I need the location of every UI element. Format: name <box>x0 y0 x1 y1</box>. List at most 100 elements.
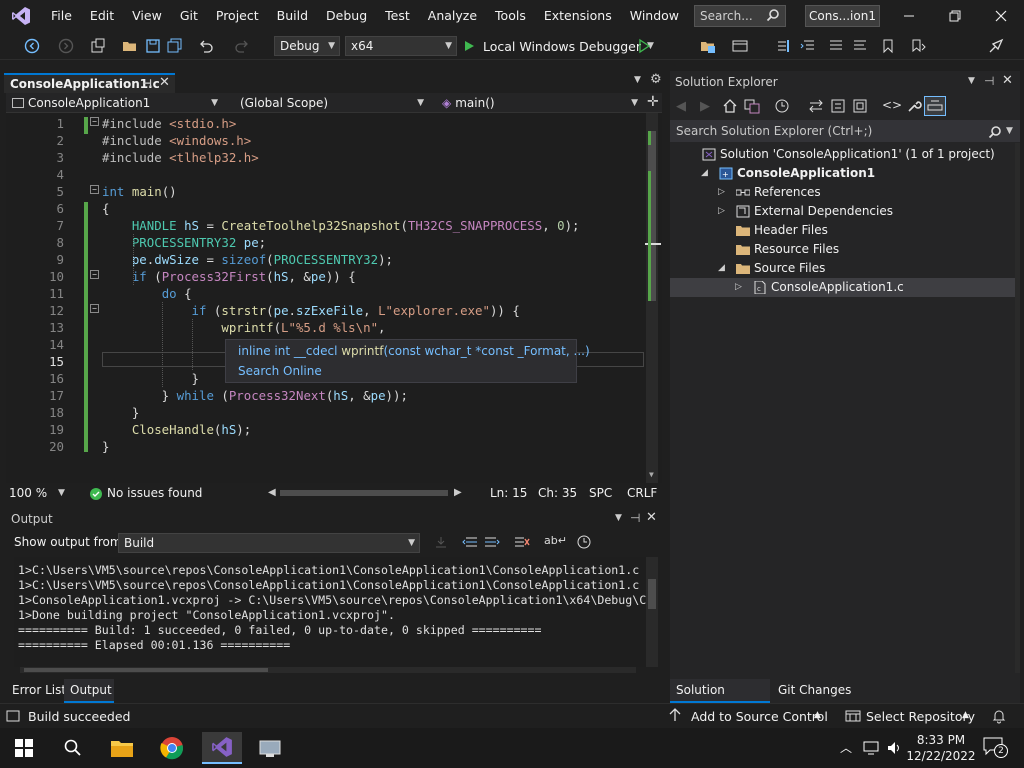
action-center-icon[interactable]: 2 <box>982 736 1008 760</box>
new-project-icon[interactable] <box>90 38 106 54</box>
zoom-level[interactable]: 100 % <box>9 484 47 502</box>
pin-icon[interactable]: ⊣ <box>630 511 640 525</box>
output-source-select[interactable]: Build ▼ <box>118 533 420 553</box>
volume-icon[interactable] <box>886 740 904 759</box>
code-line[interactable]: 13 wprintf(L"%5.d %ls\n", <box>6 319 646 336</box>
pin-icon[interactable]: ⊣ <box>142 77 152 90</box>
line-ending[interactable]: CRLF <box>627 484 657 502</box>
code-line[interactable]: 4 <box>6 166 646 183</box>
code-line[interactable]: 10 if (Process32First(hS, &pe)) { <box>6 268 646 285</box>
menu-build[interactable]: Build <box>268 0 317 32</box>
code-line[interactable]: 6{ <box>6 200 646 217</box>
scroll-left-icon[interactable]: ◀ <box>268 484 276 502</box>
tree-item[interactable]: Header Files <box>670 221 1020 240</box>
menu-view[interactable]: View <box>123 0 171 32</box>
se-scrollbar[interactable] <box>1015 143 1020 673</box>
start-button-icon[interactable] <box>4 732 44 764</box>
tree-item[interactable]: Solution 'ConsoleApplication1' (1 of 1 p… <box>670 145 1020 164</box>
chrome-icon[interactable] <box>152 732 192 764</box>
comment-icon[interactable] <box>828 38 844 54</box>
collapse-icon[interactable]: − <box>90 185 99 194</box>
network-icon[interactable] <box>862 740 880 759</box>
close-panel-icon[interactable]: ✕ <box>646 510 657 525</box>
add-to-source-control-button[interactable]: Add to Source Control <box>691 709 828 724</box>
search-input[interactable]: Search... <box>694 5 786 27</box>
tree-item[interactable]: ◢ Source Files <box>670 259 1020 278</box>
forward-nav-icon[interactable] <box>58 38 74 54</box>
chevron-down-icon[interactable]: ▼ <box>615 513 622 523</box>
issues-status[interactable]: No issues found <box>107 484 202 502</box>
output-vertical-scrollbar[interactable] <box>646 557 658 667</box>
show-timestamps-icon[interactable] <box>576 534 592 553</box>
collapse-icon[interactable]: − <box>90 270 99 279</box>
notifications-bell-icon[interactable] <box>991 708 1007 727</box>
bookmark-next-icon[interactable] <box>910 38 926 54</box>
document-tab[interactable]: ConsoleApplication1.c ⊣ ✕ <box>4 73 175 93</box>
indent-mode[interactable]: SPC <box>589 484 612 502</box>
collapsed-arrow-icon[interactable]: ▷ <box>718 183 725 202</box>
output-vscroll-thumb[interactable] <box>648 579 656 609</box>
menu-window[interactable]: Window <box>621 0 688 32</box>
folder-view-icon[interactable] <box>700 38 716 54</box>
indent-icon[interactable] <box>800 38 816 54</box>
close-tab-icon[interactable]: ✕ <box>159 75 170 90</box>
visual-studio-taskbar-icon[interactable] <box>202 732 242 764</box>
show-hidden-icons-chevron-icon[interactable]: ︿ <box>840 739 852 756</box>
code-line[interactable]: 2 #include <windows.h> <box>6 132 646 149</box>
go-to-next-message-icon[interactable] <box>484 535 500 552</box>
menu-tools[interactable]: Tools <box>486 0 535 32</box>
menu-debug[interactable]: Debug <box>317 0 376 32</box>
scroll-down-icon[interactable]: ▼ <box>649 470 654 479</box>
remote-app-icon[interactable] <box>250 732 290 764</box>
home-icon[interactable] <box>722 98 738 117</box>
chevron-down-icon[interactable]: ▼ <box>1006 120 1013 142</box>
editor-settings-gear-icon[interactable]: ⚙ <box>650 72 662 87</box>
undo-icon[interactable] <box>198 38 214 54</box>
code-line[interactable]: 7 HANDLE hS = CreateToolhelp32Snapshot(T… <box>6 217 646 234</box>
tree-item[interactable]: ▷ External Dependencies <box>670 202 1020 221</box>
visual-studio-logo-icon[interactable] <box>10 5 32 27</box>
refresh-icon[interactable] <box>830 98 846 117</box>
menu-analyze[interactable]: Analyze <box>419 0 486 32</box>
menu-test[interactable]: Test <box>376 0 419 32</box>
expanded-arrow-icon[interactable]: ◢ <box>718 259 725 278</box>
menu-file[interactable]: File <box>42 0 81 32</box>
select-repository-button[interactable]: Select Repository <box>866 709 975 724</box>
code-line[interactable]: 1 #include <stdio.h> <box>6 115 646 132</box>
tab-output[interactable]: Output <box>64 679 114 703</box>
breakpoint-tool-icon[interactable] <box>776 38 792 54</box>
nav-scope-select[interactable]: (Global Scope) ▼ <box>234 93 430 113</box>
tab-overflow-chevron-icon[interactable]: ▼ <box>634 75 641 85</box>
menu-git[interactable]: Git <box>171 0 207 32</box>
solution-explorer-search-input[interactable]: Search Solution Explorer (Ctrl+;) ▼ <box>670 120 1020 142</box>
bookmark-icon[interactable] <box>880 38 896 54</box>
solution-configuration-select[interactable]: Debug ▼ <box>274 36 340 56</box>
back-icon[interactable]: ◀ <box>676 99 686 114</box>
go-to-previous-message-icon[interactable] <box>462 535 478 552</box>
code-line[interactable]: 11 do { <box>6 285 646 302</box>
toggle-word-wrap-icon[interactable]: ab↵ <box>544 534 567 547</box>
menu-extensions[interactable]: Extensions <box>535 0 621 32</box>
split-editor-icon[interactable]: ✛ <box>647 94 659 110</box>
menu-project[interactable]: Project <box>207 0 268 32</box>
output-hscroll-thumb[interactable] <box>24 668 268 672</box>
solution-name-badge[interactable]: Cons...ion1 <box>805 5 880 27</box>
tree-item[interactable]: ▷ References <box>670 183 1020 202</box>
close-window-button[interactable] <box>978 0 1024 32</box>
clear-all-icon[interactable] <box>514 535 530 552</box>
chevron-down-icon[interactable]: ▼ <box>968 76 975 86</box>
start-without-debugging-icon[interactable] <box>636 38 652 54</box>
code-line[interactable]: 3 #include <tlhelp32.h> <box>6 149 646 166</box>
layout-icon[interactable] <box>732 38 748 54</box>
tab-error-list[interactable]: Error List <box>6 679 66 703</box>
editor-horizontal-scroll-thumb[interactable] <box>280 490 448 496</box>
redo-icon[interactable] <box>234 38 250 54</box>
tree-item[interactable]: Resource Files <box>670 240 1020 259</box>
uncomment-icon[interactable] <box>852 38 868 54</box>
back-nav-icon[interactable] <box>24 38 40 54</box>
code-line[interactable]: 5 int main() <box>6 183 646 200</box>
collapsed-arrow-icon[interactable]: ▷ <box>718 202 725 221</box>
code-line[interactable]: 8 PROCESSENTRY32 pe; <box>6 234 646 251</box>
solution-platform-select[interactable]: x64 ▼ <box>345 36 457 56</box>
forward-icon[interactable]: ▶ <box>700 99 710 114</box>
